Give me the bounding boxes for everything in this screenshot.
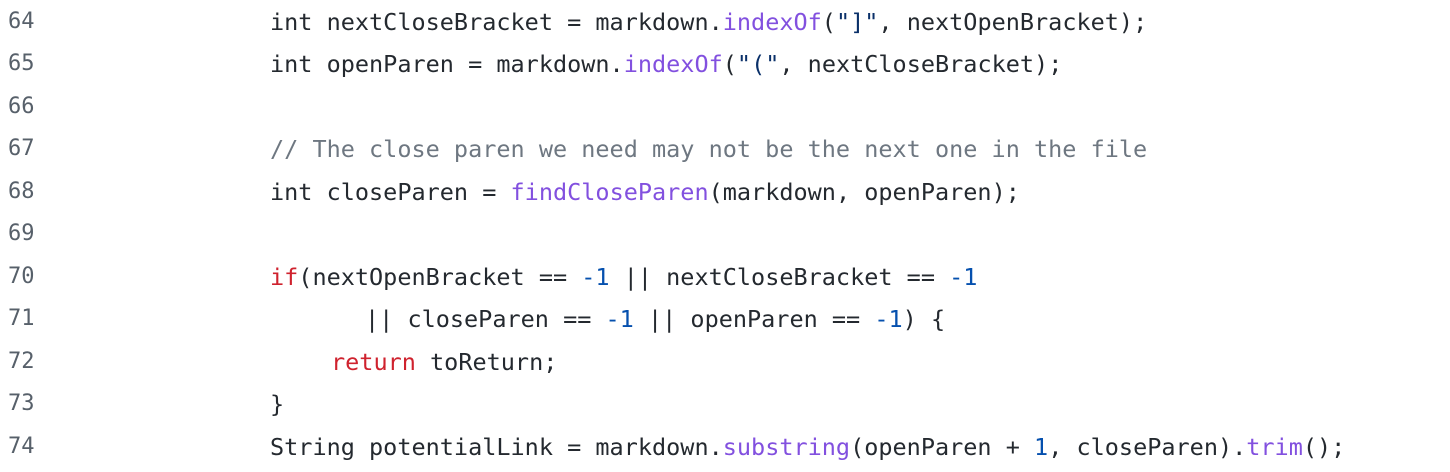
- code-token-text: || closeParen ==: [365, 305, 606, 333]
- line-number[interactable]: 66: [8, 86, 68, 128]
- code-token-text: }: [270, 390, 285, 418]
- code-token-keyword: if: [270, 262, 299, 291]
- code-token-method: indexOf: [722, 7, 822, 36]
- code-line: 66: [0, 86, 1450, 128]
- code-line: 69: [0, 213, 1450, 255]
- code-token-number: -1: [605, 305, 634, 333]
- code-token-comment: // The close paren we need may not be th…: [270, 135, 1148, 163]
- line-code: if(nextOpenBracket == -1 || nextCloseBra…: [270, 256, 977, 298]
- line-number[interactable]: 69: [8, 213, 68, 255]
- line-number[interactable]: 68: [8, 171, 68, 213]
- code-token-method: trim: [1246, 432, 1303, 461]
- code-token-keyword: return: [331, 347, 416, 376]
- code-token-number: -1: [581, 262, 610, 291]
- line-number[interactable]: 73: [8, 383, 68, 425]
- line-code: String potentialLink = markdown.substrin…: [270, 426, 1345, 468]
- code-token-text: (: [821, 7, 836, 36]
- line-number[interactable]: 64: [8, 1, 68, 43]
- code-line: 71 || closeParen == -1 || openParen == -1…: [0, 298, 1450, 340]
- code-token-text: , nextCloseBracket);: [779, 50, 1063, 78]
- code-token-method: indexOf: [623, 50, 723, 78]
- code-token-number: 1: [1034, 432, 1049, 461]
- code-line: 70 if(nextOpenBracket == -1 || nextCloseB…: [0, 256, 1450, 298]
- code-token-method: findCloseParen: [510, 177, 709, 206]
- code-token-text: ) {: [902, 305, 946, 333]
- line-code: return toReturn;: [331, 341, 557, 383]
- code-token-text: int openParen = markdown.: [270, 50, 624, 78]
- code-line: 74 String potentialLink = markdown.substr…: [0, 426, 1450, 468]
- line-number[interactable]: 70: [8, 256, 68, 298]
- code-token-text: String potentialLink = markdown.: [270, 432, 723, 461]
- code-token-text: (openParen +: [850, 432, 1035, 461]
- code-view: 64 int nextCloseBracket = markdown.indexO…: [0, 0, 1450, 472]
- code-line: 72 return toReturn;: [0, 341, 1450, 383]
- line-code: // The close paren we need may not be th…: [270, 128, 1147, 170]
- line-code: int nextCloseBracket = markdown.indexOf(…: [270, 1, 1147, 43]
- code-token-method: substring: [722, 432, 851, 461]
- code-token-text: int nextCloseBracket = markdown.: [270, 7, 723, 36]
- line-code: }: [270, 383, 284, 425]
- code-token-number: -1: [949, 262, 978, 291]
- line-code: int openParen = markdown.indexOf("(", ne…: [270, 43, 1062, 85]
- code-token-number: -1: [874, 305, 903, 333]
- code-line: 68 int closeParen = findCloseParen(markdo…: [0, 171, 1450, 213]
- code-token-text: int closeParen =: [270, 177, 511, 206]
- code-token-text: || nextCloseBracket ==: [609, 262, 950, 291]
- line-number[interactable]: 72: [8, 341, 68, 383]
- code-line: 67 // The close paren we need may not be …: [0, 128, 1450, 170]
- line-code: int closeParen = findCloseParen(markdown…: [270, 171, 1020, 213]
- code-line: 64 int nextCloseBracket = markdown.indexO…: [0, 1, 1450, 43]
- code-token-text: || openParen ==: [633, 305, 875, 333]
- line-number[interactable]: 74: [8, 426, 68, 468]
- code-line: 73}: [0, 383, 1450, 425]
- code-token-string: "]": [835, 7, 879, 36]
- code-token-text: (: [722, 50, 737, 78]
- code-token-text: , nextOpenBracket);: [878, 7, 1148, 36]
- code-token-string: "(": [736, 50, 780, 78]
- line-number[interactable]: 71: [8, 298, 68, 340]
- line-number[interactable]: 65: [8, 43, 68, 85]
- code-token-text: (nextOpenBracket ==: [298, 262, 582, 291]
- line-number[interactable]: 67: [8, 128, 68, 170]
- line-code: || closeParen == -1 || openParen == -1) …: [365, 298, 945, 340]
- code-token-text: ();: [1302, 432, 1346, 461]
- code-token-text: toReturn;: [415, 347, 558, 376]
- code-line: 65 int openParen = markdown.indexOf("(", …: [0, 43, 1450, 85]
- code-token-text: , closeParen).: [1048, 432, 1247, 461]
- code-token-text: (markdown, openParen);: [708, 177, 1020, 206]
